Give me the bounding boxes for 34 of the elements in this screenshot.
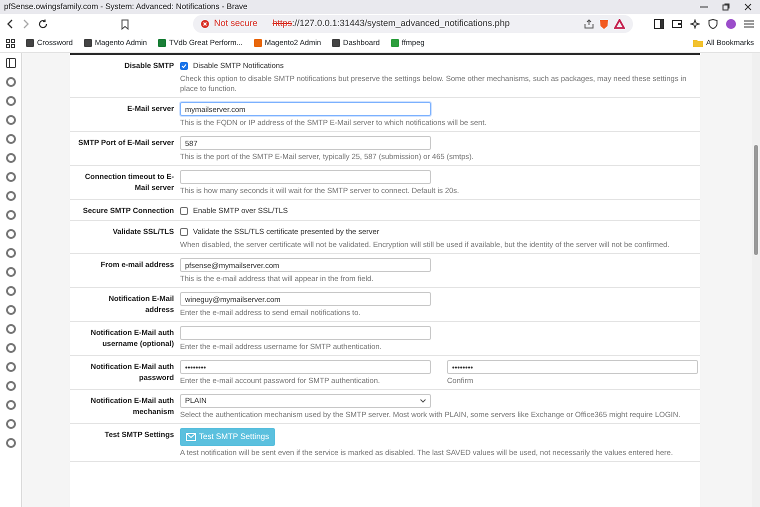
url-text: https://127.0.0.1:31443/system_advanced_notifications.php xyxy=(272,17,510,30)
address-bar[interactable]: Not secure https://127.0.0.1:31443/system_advanced_notifications.php xyxy=(193,15,633,33)
warning-icon xyxy=(201,20,209,28)
share-icon[interactable] xyxy=(584,19,594,29)
wallet-icon[interactable] xyxy=(672,19,682,29)
sidebar-icon[interactable] xyxy=(654,19,664,29)
chevron-down-icon xyxy=(420,399,426,403)
favicon-icon xyxy=(26,39,34,47)
favicon-icon xyxy=(158,39,166,47)
menu-icon[interactable] xyxy=(744,19,754,29)
favicon-icon xyxy=(332,39,340,47)
text-field[interactable] xyxy=(180,326,431,340)
back-icon[interactable] xyxy=(6,19,14,29)
folder-icon xyxy=(693,39,704,47)
bookmark-icon[interactable] xyxy=(121,18,129,30)
text-field[interactable] xyxy=(180,170,431,184)
favicon-icon xyxy=(84,39,92,47)
security-label: Not secure xyxy=(214,17,258,30)
scrollbar[interactable] xyxy=(752,53,760,507)
reload-icon[interactable] xyxy=(38,19,48,29)
sparkle-icon[interactable] xyxy=(690,19,700,29)
favicon-icon xyxy=(390,39,399,47)
sidebar-panel-icon[interactable] xyxy=(6,58,16,68)
restore-icon[interactable] xyxy=(722,3,730,11)
close-icon[interactable] xyxy=(744,3,752,11)
forward-icon[interactable] xyxy=(22,19,30,29)
shield-icon[interactable] xyxy=(708,19,718,29)
apps-grid-icon[interactable] xyxy=(6,38,15,48)
triangle-icon[interactable] xyxy=(614,19,625,29)
checkmark-icon xyxy=(181,62,187,68)
profile-icon[interactable] xyxy=(726,19,736,29)
envelope-icon xyxy=(186,433,196,441)
favicon-icon xyxy=(254,39,262,47)
window-title: pfSense.owingsfamily.com - System: Advanced: Notifications - Brave xyxy=(4,1,248,13)
